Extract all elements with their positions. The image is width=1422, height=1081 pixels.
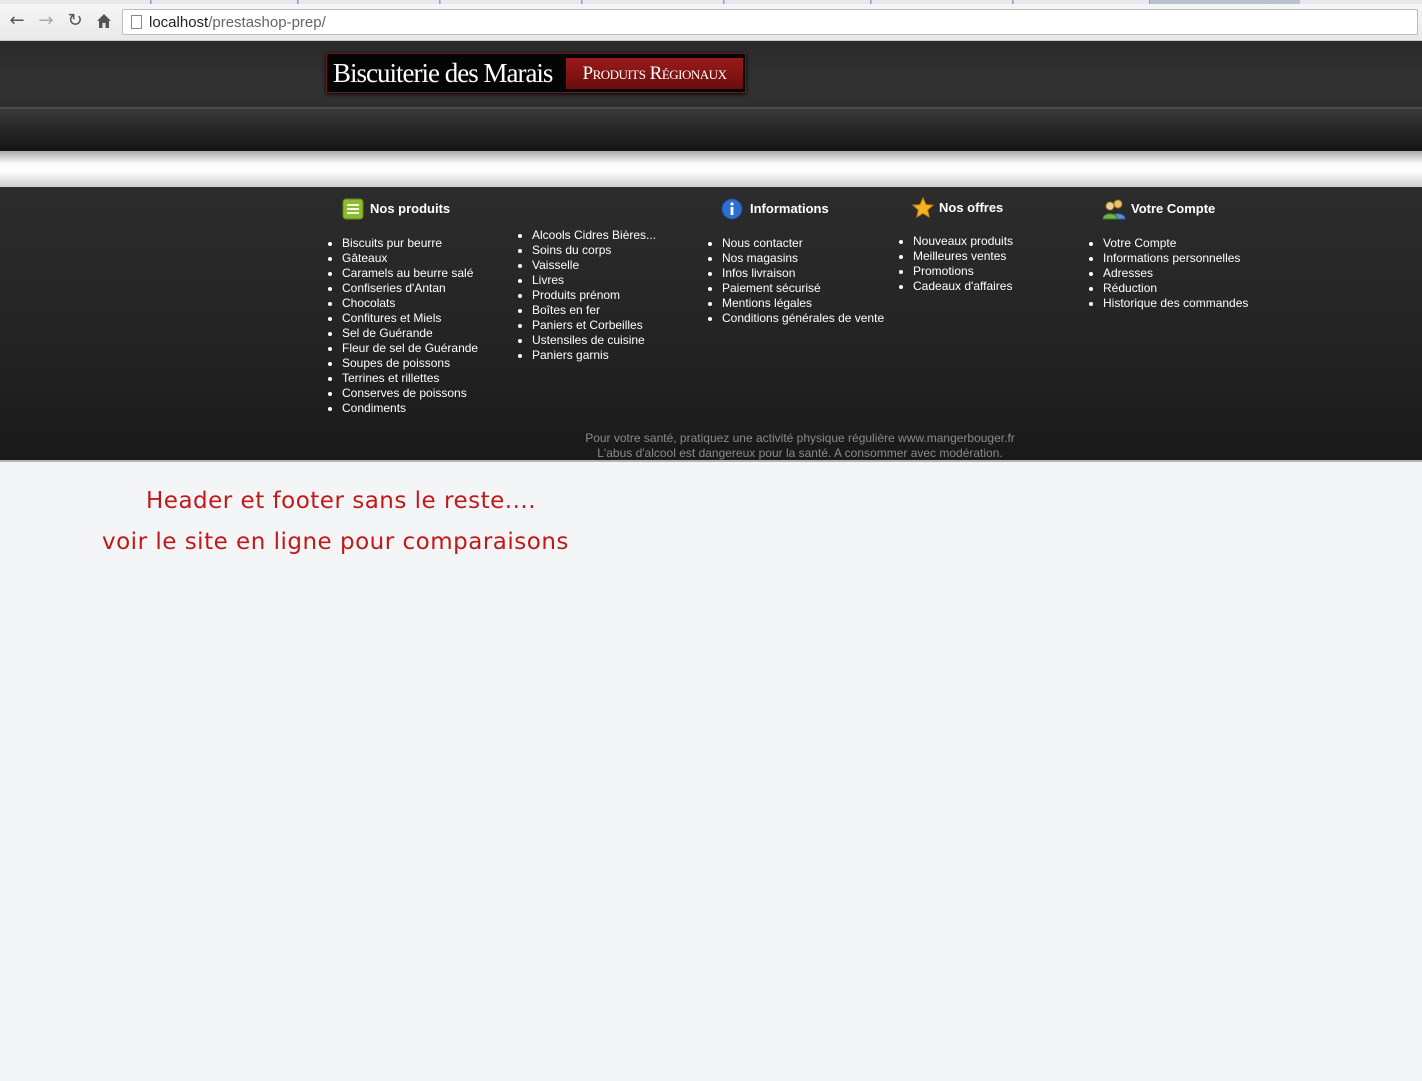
browser-tab[interactable] xyxy=(441,0,582,4)
footer-link[interactable]: Informations personnelles xyxy=(1103,251,1248,266)
annotation-line-1: Header et footer sans le reste.... xyxy=(146,488,537,514)
footer-link[interactable]: Condiments xyxy=(342,401,478,416)
browser-tab[interactable] xyxy=(1300,0,1422,4)
footer-link[interactable]: Gâteaux xyxy=(342,251,478,266)
footer-link[interactable]: Chocolats xyxy=(342,296,478,311)
footer-link[interactable]: Conditions générales de vente xyxy=(722,311,884,326)
footer-link[interactable]: Historique des commandes xyxy=(1103,296,1248,311)
footer-link[interactable]: Livres xyxy=(532,273,656,288)
footer-title-informations: Informations xyxy=(750,201,829,216)
footer-link[interactable]: Nouveaux produits xyxy=(913,234,1013,249)
separator-band xyxy=(0,151,1422,187)
footer-link[interactable]: Caramels au beurre salé xyxy=(342,266,478,281)
browser-tab[interactable] xyxy=(152,0,298,4)
home-button[interactable] xyxy=(92,9,116,33)
footer-link[interactable]: Confiseries d'Antan xyxy=(342,281,478,296)
url-host: localhost xyxy=(149,14,209,31)
reload-button[interactable]: ↻ xyxy=(63,9,87,33)
browser-tab[interactable] xyxy=(299,0,440,4)
footer-link[interactable]: Cadeaux d'affaires xyxy=(913,279,1013,294)
tab-strip xyxy=(0,0,1422,4)
users-icon xyxy=(1102,199,1126,220)
footer-link[interactable]: Réduction xyxy=(1103,281,1248,296)
footer-link[interactable]: Paiement sécurisé xyxy=(722,281,884,296)
footer-link[interactable]: Alcools Cidres Bières... xyxy=(532,228,656,243)
footer-link[interactable]: Boîtes en fer xyxy=(532,303,656,318)
footer-link[interactable]: Confitures et Miels xyxy=(342,311,478,326)
info-icon xyxy=(721,198,743,220)
footer-title-products: Nos produits xyxy=(370,201,451,216)
back-button[interactable]: ← xyxy=(5,9,29,33)
account-list: Votre Compte Informations personnelles A… xyxy=(1087,236,1248,311)
footer-link[interactable]: Vaisselle xyxy=(532,258,656,273)
site-header: Biscuiterie des Marais Produits Régionau… xyxy=(0,41,1422,151)
health-notice: Pour votre santé, pratiquez une activité… xyxy=(585,431,1015,445)
footer-link[interactable]: Paniers et Corbeilles xyxy=(532,318,656,333)
url-text[interactable]: localhost/prestashop-prep/ xyxy=(149,14,326,31)
footer-link[interactable]: Adresses xyxy=(1103,266,1248,281)
reload-icon: ↻ xyxy=(67,10,83,31)
browser-tab[interactable] xyxy=(1014,0,1150,4)
arrow-left-icon: ← xyxy=(9,10,25,31)
footer-link[interactable]: Biscuits pur beurre xyxy=(342,236,478,251)
footer-link[interactable]: Produits prénom xyxy=(532,288,656,303)
browser-tab[interactable] xyxy=(872,0,1013,4)
logo-tagline: Produits Régionaux xyxy=(566,58,743,89)
home-icon xyxy=(97,14,111,28)
footer-link[interactable]: Sel de Guérande xyxy=(342,326,478,341)
footer-link[interactable]: Promotions xyxy=(913,264,1013,279)
products-list-col1: Biscuits pur beurre Gâteaux Caramels au … xyxy=(326,236,478,416)
footer-link[interactable]: Soupes de poissons xyxy=(342,356,478,371)
site-footer: Nos produits Biscuits pur beurre Gâteaux… xyxy=(0,187,1422,462)
footer-link[interactable]: Meilleures ventes xyxy=(913,249,1013,264)
informations-list: Nous contacter Nos magasins Infos livrai… xyxy=(706,236,884,326)
browser-tab[interactable] xyxy=(583,0,724,4)
footer-link[interactable]: Ustensiles de cuisine xyxy=(532,333,656,348)
arrow-right-icon: → xyxy=(38,10,54,31)
list-icon xyxy=(342,198,364,220)
footer-link[interactable]: Nos magasins xyxy=(722,251,884,266)
star-icon xyxy=(912,197,934,219)
offers-list: Nouveaux produits Meilleures ventes Prom… xyxy=(897,234,1013,294)
alcohol-notice: L'abus d'alcool est dangereux pour la sa… xyxy=(597,446,1003,460)
shop-logo[interactable]: Biscuiterie des Marais Produits Régionau… xyxy=(326,53,746,93)
footer-link[interactable]: Infos livraison xyxy=(722,266,884,281)
footer-link[interactable]: Mentions légales xyxy=(722,296,884,311)
footer-title-account: Votre Compte xyxy=(1131,201,1216,216)
address-bar[interactable]: localhost/prestashop-prep/ xyxy=(122,9,1418,35)
browser-tab[interactable] xyxy=(725,0,871,4)
forward-button[interactable]: → xyxy=(34,9,58,33)
footer-link[interactable]: Conserves de poissons xyxy=(342,386,478,401)
footer-link[interactable]: Nous contacter xyxy=(722,236,884,251)
footer-link[interactable]: Votre Compte xyxy=(1103,236,1248,251)
footer-link[interactable]: Soins du corps xyxy=(532,243,656,258)
footer-link[interactable]: Fleur de sel de Guérande xyxy=(342,341,478,356)
annotation-line-2: voir le site en ligne pour comparaisons xyxy=(102,529,569,555)
url-path: /prestashop-prep/ xyxy=(208,14,326,31)
page-icon xyxy=(131,15,142,29)
logo-name: Biscuiterie des Marais xyxy=(333,58,553,88)
products-list-col2: Alcools Cidres Bières... Soins du corps … xyxy=(516,228,656,363)
footer-link[interactable]: Terrines et rillettes xyxy=(342,371,478,386)
browser-toolbar: ← → ↻ localhost/prestashop-prep/ xyxy=(0,0,1422,41)
footer-title-offers: Nos offres xyxy=(939,200,1004,215)
menu-bar xyxy=(0,109,1422,151)
footer-link[interactable]: Paniers garnis xyxy=(532,348,656,363)
browser-tab[interactable] xyxy=(0,0,151,4)
